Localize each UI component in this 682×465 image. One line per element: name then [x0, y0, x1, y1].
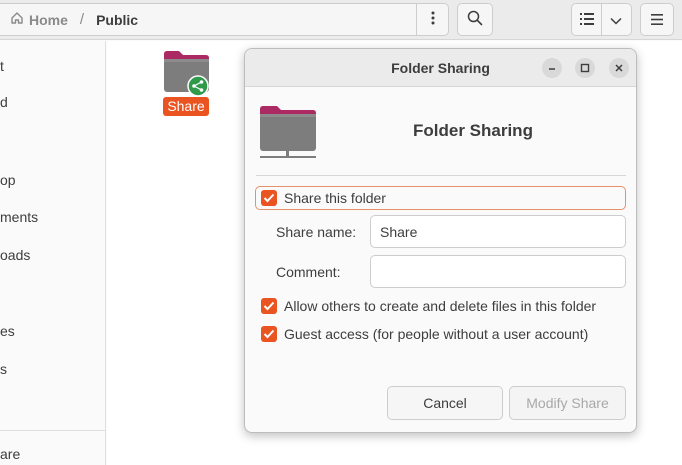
comment-label: Comment: [276, 264, 341, 280]
breadcrumb-separator: / [79, 11, 85, 28]
search-icon [467, 10, 483, 29]
dialog-separator [256, 175, 626, 176]
vertical-dots-icon [431, 11, 435, 28]
allow-others-checkbox[interactable]: Allow others to create and delete files … [256, 294, 596, 318]
share-folder-label: Share this folder [284, 190, 386, 206]
folder-item[interactable] [163, 50, 211, 99]
share-folder-checkbox[interactable]: Share this folder [255, 186, 626, 210]
checkmark-icon [261, 326, 277, 342]
breadcrumb-current[interactable]: Public [96, 12, 138, 28]
sidebar-item-3[interactable]: ments [0, 209, 38, 225]
home-icon [10, 11, 29, 28]
share-name-input[interactable] [370, 215, 626, 248]
view-dropdown-button[interactable] [602, 4, 631, 35]
header-bar: Home / Public [0, 0, 682, 40]
minimize-button[interactable] [542, 58, 562, 78]
modify-share-button[interactable]: Modify Share [509, 386, 626, 420]
sidebar-item-1[interactable]: d [0, 94, 8, 110]
chevron-down-icon [610, 12, 623, 28]
list-view-button[interactable] [572, 4, 601, 35]
close-icon [614, 60, 624, 76]
view-options [571, 3, 632, 36]
maximize-icon [580, 60, 590, 76]
close-button[interactable] [609, 58, 629, 78]
comment-input[interactable] [370, 255, 626, 288]
sidebar-item-2[interactable]: op [0, 172, 16, 188]
sidebar-item-5[interactable]: es [0, 323, 15, 339]
checkmark-icon [261, 298, 277, 314]
share-name-label: Share name: [276, 224, 357, 240]
folder-remote-icon [259, 104, 319, 163]
hamburger-icon [651, 12, 663, 28]
sidebar: t d op ments oads es s are [0, 41, 106, 465]
dialog-titlebar: Folder Sharing [245, 49, 636, 87]
guest-access-checkbox[interactable]: Guest access (for people without a user … [256, 322, 588, 346]
allow-others-label: Allow others to create and delete files … [284, 298, 597, 314]
folder-name-label[interactable]: Share [163, 97, 209, 116]
dialog-heading: Folder Sharing [413, 121, 533, 140]
list-view-icon [579, 12, 594, 28]
sidebar-item-0[interactable]: t [0, 58, 4, 74]
breadcrumb-home-label: Home [29, 11, 68, 28]
sidebar-item-4[interactable]: oads [0, 247, 30, 263]
main-menu-button[interactable] [640, 3, 674, 36]
minimize-icon [547, 60, 557, 76]
path-menu-button[interactable] [416, 4, 449, 35]
search-button[interactable] [457, 3, 493, 36]
cancel-button[interactable]: Cancel [387, 386, 503, 420]
sidebar-divider [0, 430, 105, 431]
guest-access-label: Guest access (for people without a user … [284, 326, 589, 342]
checkmark-icon [261, 190, 277, 206]
sidebar-item-7[interactable]: are [0, 446, 20, 462]
sidebar-item-6[interactable]: s [0, 361, 7, 377]
maximize-button[interactable] [575, 58, 595, 78]
path-bar: Home / Public [0, 3, 449, 36]
folder-sharing-dialog: Folder Sharing Folder Sharing Share this… [244, 48, 637, 433]
breadcrumb-home[interactable]: Home [0, 11, 68, 28]
